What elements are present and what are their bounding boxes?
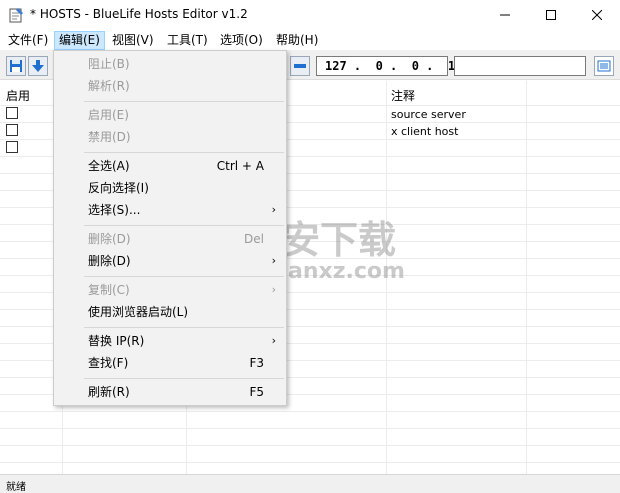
menu-item-label: 全选(A): [88, 159, 130, 173]
watermark-title: 安下载: [282, 218, 397, 262]
menu-item-label: 查找(F): [88, 356, 129, 370]
status-text: 就绪: [6, 482, 26, 493]
close-icon: [592, 10, 602, 20]
maximize-button[interactable]: [528, 0, 574, 30]
menu-item-resolve[interactable]: 解析(R): [54, 75, 286, 97]
status-bar: 就绪: [0, 474, 620, 493]
menu-item-label: 阻止(B): [88, 57, 130, 71]
menu-item-delete[interactable]: 删除(D) Del: [54, 228, 286, 250]
menu-item-disable[interactable]: 禁用(D): [54, 126, 286, 148]
menu-separator: [84, 378, 284, 379]
menu-item-shortcut: Ctrl + A: [216, 159, 264, 173]
menu-item-shortcut: Del: [244, 232, 264, 246]
menu-bar: 文件(F) 编辑(E) 视图(V) 工具(T) 选项(O) 帮助(H): [0, 30, 620, 50]
row-1-comment: source server: [391, 108, 466, 121]
menu-item-delete-submenu[interactable]: 删除(D) ›: [54, 250, 286, 272]
menu-item-find[interactable]: 查找(F) F3: [54, 352, 286, 374]
menu-item-select[interactable]: 选择(S)... ›: [54, 199, 286, 221]
menu-item-select-all[interactable]: 全选(A) Ctrl + A: [54, 155, 286, 177]
menu-separator: [84, 327, 284, 328]
row-divider: [0, 428, 620, 429]
notepad-icon: [9, 8, 23, 23]
column-header-comment[interactable]: 注释: [391, 87, 415, 104]
watermark-subtitle: anxz.com: [288, 259, 405, 284]
menu-item-block[interactable]: 阻止(B): [54, 53, 286, 75]
menu-separator: [84, 101, 284, 102]
menu-item-label: 启用(E): [88, 108, 129, 122]
menu-item-invert-selection[interactable]: 反向选择(I): [54, 177, 286, 199]
row-2-enabled-checkbox[interactable]: [6, 124, 18, 136]
edit-menu-dropdown: 阻止(B) 解析(R) 启用(E) 禁用(D) 全选(A) Ctrl + A 反…: [53, 50, 287, 406]
title-bar: * HOSTS - BlueLife Hosts Editor v1.2: [0, 0, 620, 30]
save-icon: [10, 60, 22, 72]
view-toggle-button[interactable]: [594, 56, 614, 76]
row-3-enabled-checkbox[interactable]: [6, 141, 18, 153]
menu-separator: [84, 225, 284, 226]
menu-view[interactable]: 视图(V): [108, 31, 158, 50]
row-1-enabled-checkbox[interactable]: [6, 107, 18, 119]
menu-separator: [84, 152, 284, 153]
menu-item-launch-browser[interactable]: 使用浏览器启动(L): [54, 301, 286, 323]
menu-item-refresh[interactable]: 刷新(R) F5: [54, 381, 286, 403]
menu-item-copy[interactable]: 复制(C) ›: [54, 279, 286, 301]
import-button[interactable]: [28, 56, 48, 76]
minus-icon: [294, 64, 306, 68]
menu-help[interactable]: 帮助(H): [272, 31, 322, 50]
menu-item-label: 反向选择(I): [88, 181, 149, 195]
minimize-button[interactable]: [482, 0, 528, 30]
row-divider: [0, 445, 620, 446]
menu-edit[interactable]: 编辑(E): [54, 31, 105, 50]
row-divider: [0, 462, 620, 463]
window-title: * HOSTS - BlueLife Hosts Editor v1.2: [30, 7, 248, 21]
menu-item-replace-ip[interactable]: 替换 IP(R) ›: [54, 330, 286, 352]
minimize-icon: [500, 14, 510, 16]
menu-item-label: 替换 IP(R): [88, 334, 145, 348]
ip-address-input[interactable]: 127 . 0 . 0 . 1: [316, 56, 455, 76]
menu-tools[interactable]: 工具(T): [163, 31, 212, 50]
menu-item-label: 刷新(R): [88, 385, 130, 399]
chevron-right-icon: ›: [271, 254, 276, 267]
arrow-down-icon: [32, 60, 44, 72]
menu-separator: [84, 276, 284, 277]
row-2-comment: x client host: [391, 125, 459, 138]
maximize-icon: [546, 10, 556, 20]
menu-item-label: 删除(D): [88, 254, 131, 268]
list-view-icon: [597, 60, 611, 72]
chevron-right-icon: ›: [271, 283, 276, 296]
menu-item-label: 复制(C): [88, 283, 130, 297]
menu-item-label: 解析(R): [88, 79, 130, 93]
hostname-input[interactable]: [454, 56, 586, 76]
chevron-right-icon: ›: [271, 334, 276, 347]
menu-item-shortcut: F5: [249, 385, 264, 399]
menu-item-enable[interactable]: 启用(E): [54, 104, 286, 126]
save-button[interactable]: [6, 56, 26, 76]
menu-options[interactable]: 选项(O): [216, 31, 267, 50]
column-header-enabled[interactable]: 启用: [6, 87, 30, 104]
row-divider: [0, 411, 620, 412]
menu-item-label: 禁用(D): [88, 130, 131, 144]
remove-entry-button[interactable]: [290, 56, 310, 76]
menu-item-label: 选择(S)...: [88, 203, 141, 217]
close-button[interactable]: [574, 0, 620, 30]
menu-item-label: 删除(D): [88, 232, 131, 246]
chevron-right-icon: ›: [271, 203, 276, 216]
menu-item-shortcut: F3: [249, 356, 264, 370]
menu-file[interactable]: 文件(F): [4, 31, 52, 50]
menu-item-label: 使用浏览器启动(L): [88, 305, 189, 319]
